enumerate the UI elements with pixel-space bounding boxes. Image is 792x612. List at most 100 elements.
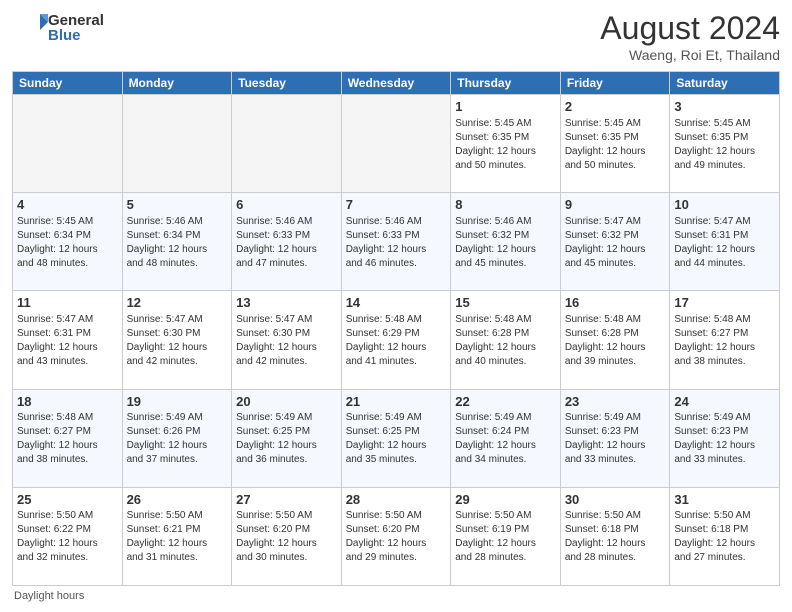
table-row: 2Sunrise: 5:45 AM Sunset: 6:35 PM Daylig… <box>560 95 670 193</box>
day-info: Sunrise: 5:47 AM Sunset: 6:30 PM Dayligh… <box>236 313 337 369</box>
day-info: Sunrise: 5:48 AM Sunset: 6:28 PM Dayligh… <box>565 313 666 369</box>
table-row: 27Sunrise: 5:50 AM Sunset: 6:20 PM Dayli… <box>232 487 342 585</box>
day-number: 23 <box>565 393 666 411</box>
day-number: 8 <box>455 196 556 214</box>
table-row: 12Sunrise: 5:47 AM Sunset: 6:30 PM Dayli… <box>122 291 232 389</box>
table-row: 6Sunrise: 5:46 AM Sunset: 6:33 PM Daylig… <box>232 193 342 291</box>
table-row: 10Sunrise: 5:47 AM Sunset: 6:31 PM Dayli… <box>670 193 780 291</box>
table-row: 23Sunrise: 5:49 AM Sunset: 6:23 PM Dayli… <box>560 389 670 487</box>
day-info: Sunrise: 5:49 AM Sunset: 6:24 PM Dayligh… <box>455 411 556 467</box>
day-info: Sunrise: 5:45 AM Sunset: 6:35 PM Dayligh… <box>674 117 775 173</box>
day-number: 14 <box>346 294 447 312</box>
day-info: Sunrise: 5:50 AM Sunset: 6:22 PM Dayligh… <box>17 509 118 565</box>
table-row: 31Sunrise: 5:50 AM Sunset: 6:18 PM Dayli… <box>670 487 780 585</box>
page: General Blue August 2024 Waeng, Roi Et, … <box>0 0 792 612</box>
table-row: 13Sunrise: 5:47 AM Sunset: 6:30 PM Dayli… <box>232 291 342 389</box>
day-info: Sunrise: 5:49 AM Sunset: 6:26 PM Dayligh… <box>127 411 228 467</box>
day-info: Sunrise: 5:50 AM Sunset: 6:21 PM Dayligh… <box>127 509 228 565</box>
logo-text: General Blue <box>48 13 104 43</box>
table-row: 4Sunrise: 5:45 AM Sunset: 6:34 PM Daylig… <box>13 193 123 291</box>
day-number: 5 <box>127 196 228 214</box>
title-area: August 2024 Waeng, Roi Et, Thailand <box>600 10 780 63</box>
day-number: 1 <box>455 98 556 116</box>
col-sunday: Sunday <box>13 72 123 95</box>
table-row: 1Sunrise: 5:45 AM Sunset: 6:35 PM Daylig… <box>451 95 561 193</box>
day-number: 29 <box>455 491 556 509</box>
header: General Blue August 2024 Waeng, Roi Et, … <box>12 10 780 63</box>
day-info: Sunrise: 5:50 AM Sunset: 6:20 PM Dayligh… <box>236 509 337 565</box>
calendar-row: 4Sunrise: 5:45 AM Sunset: 6:34 PM Daylig… <box>13 193 780 291</box>
day-number: 13 <box>236 294 337 312</box>
logo-general-text: General <box>48 13 104 28</box>
table-row: 15Sunrise: 5:48 AM Sunset: 6:28 PM Dayli… <box>451 291 561 389</box>
day-number: 10 <box>674 196 775 214</box>
col-monday: Monday <box>122 72 232 95</box>
table-row: 8Sunrise: 5:46 AM Sunset: 6:32 PM Daylig… <box>451 193 561 291</box>
day-number: 18 <box>17 393 118 411</box>
footer-note: Daylight hours <box>12 590 780 602</box>
day-info: Sunrise: 5:46 AM Sunset: 6:33 PM Dayligh… <box>236 215 337 271</box>
day-info: Sunrise: 5:47 AM Sunset: 6:31 PM Dayligh… <box>674 215 775 271</box>
day-info: Sunrise: 5:48 AM Sunset: 6:29 PM Dayligh… <box>346 313 447 369</box>
table-row: 17Sunrise: 5:48 AM Sunset: 6:27 PM Dayli… <box>670 291 780 389</box>
day-info: Sunrise: 5:45 AM Sunset: 6:35 PM Dayligh… <box>565 117 666 173</box>
day-number: 3 <box>674 98 775 116</box>
calendar-row: 1Sunrise: 5:45 AM Sunset: 6:35 PM Daylig… <box>13 95 780 193</box>
day-number: 27 <box>236 491 337 509</box>
table-row: 9Sunrise: 5:47 AM Sunset: 6:32 PM Daylig… <box>560 193 670 291</box>
table-row <box>232 95 342 193</box>
col-saturday: Saturday <box>670 72 780 95</box>
calendar-row: 18Sunrise: 5:48 AM Sunset: 6:27 PM Dayli… <box>13 389 780 487</box>
day-number: 2 <box>565 98 666 116</box>
day-number: 17 <box>674 294 775 312</box>
table-row: 26Sunrise: 5:50 AM Sunset: 6:21 PM Dayli… <box>122 487 232 585</box>
day-number: 31 <box>674 491 775 509</box>
table-row <box>341 95 451 193</box>
col-thursday: Thursday <box>451 72 561 95</box>
col-tuesday: Tuesday <box>232 72 342 95</box>
day-info: Sunrise: 5:49 AM Sunset: 6:25 PM Dayligh… <box>346 411 447 467</box>
day-info: Sunrise: 5:47 AM Sunset: 6:30 PM Dayligh… <box>127 313 228 369</box>
day-number: 28 <box>346 491 447 509</box>
table-row: 29Sunrise: 5:50 AM Sunset: 6:19 PM Dayli… <box>451 487 561 585</box>
day-number: 12 <box>127 294 228 312</box>
day-info: Sunrise: 5:45 AM Sunset: 6:35 PM Dayligh… <box>455 117 556 173</box>
table-row: 20Sunrise: 5:49 AM Sunset: 6:25 PM Dayli… <box>232 389 342 487</box>
table-row: 16Sunrise: 5:48 AM Sunset: 6:28 PM Dayli… <box>560 291 670 389</box>
day-number: 25 <box>17 491 118 509</box>
table-row: 21Sunrise: 5:49 AM Sunset: 6:25 PM Dayli… <box>341 389 451 487</box>
day-info: Sunrise: 5:46 AM Sunset: 6:33 PM Dayligh… <box>346 215 447 271</box>
logo-blue-text: Blue <box>48 28 104 43</box>
day-number: 22 <box>455 393 556 411</box>
table-row <box>13 95 123 193</box>
table-row: 28Sunrise: 5:50 AM Sunset: 6:20 PM Dayli… <box>341 487 451 585</box>
calendar-row: 25Sunrise: 5:50 AM Sunset: 6:22 PM Dayli… <box>13 487 780 585</box>
day-number: 20 <box>236 393 337 411</box>
month-title: August 2024 <box>600 10 780 47</box>
day-info: Sunrise: 5:48 AM Sunset: 6:28 PM Dayligh… <box>455 313 556 369</box>
day-info: Sunrise: 5:49 AM Sunset: 6:23 PM Dayligh… <box>674 411 775 467</box>
day-info: Sunrise: 5:50 AM Sunset: 6:18 PM Dayligh… <box>674 509 775 565</box>
day-number: 21 <box>346 393 447 411</box>
logo-icon <box>12 10 48 46</box>
day-number: 7 <box>346 196 447 214</box>
day-number: 11 <box>17 294 118 312</box>
day-number: 24 <box>674 393 775 411</box>
day-info: Sunrise: 5:48 AM Sunset: 6:27 PM Dayligh… <box>674 313 775 369</box>
day-info: Sunrise: 5:49 AM Sunset: 6:23 PM Dayligh… <box>565 411 666 467</box>
day-number: 19 <box>127 393 228 411</box>
col-friday: Friday <box>560 72 670 95</box>
day-info: Sunrise: 5:48 AM Sunset: 6:27 PM Dayligh… <box>17 411 118 467</box>
table-row: 18Sunrise: 5:48 AM Sunset: 6:27 PM Dayli… <box>13 389 123 487</box>
table-row: 11Sunrise: 5:47 AM Sunset: 6:31 PM Dayli… <box>13 291 123 389</box>
day-number: 30 <box>565 491 666 509</box>
day-info: Sunrise: 5:45 AM Sunset: 6:34 PM Dayligh… <box>17 215 118 271</box>
location: Waeng, Roi Et, Thailand <box>600 47 780 63</box>
day-info: Sunrise: 5:50 AM Sunset: 6:19 PM Dayligh… <box>455 509 556 565</box>
day-info: Sunrise: 5:47 AM Sunset: 6:32 PM Dayligh… <box>565 215 666 271</box>
day-number: 4 <box>17 196 118 214</box>
table-row <box>122 95 232 193</box>
header-row: Sunday Monday Tuesday Wednesday Thursday… <box>13 72 780 95</box>
calendar-table: Sunday Monday Tuesday Wednesday Thursday… <box>12 71 780 586</box>
table-row: 24Sunrise: 5:49 AM Sunset: 6:23 PM Dayli… <box>670 389 780 487</box>
